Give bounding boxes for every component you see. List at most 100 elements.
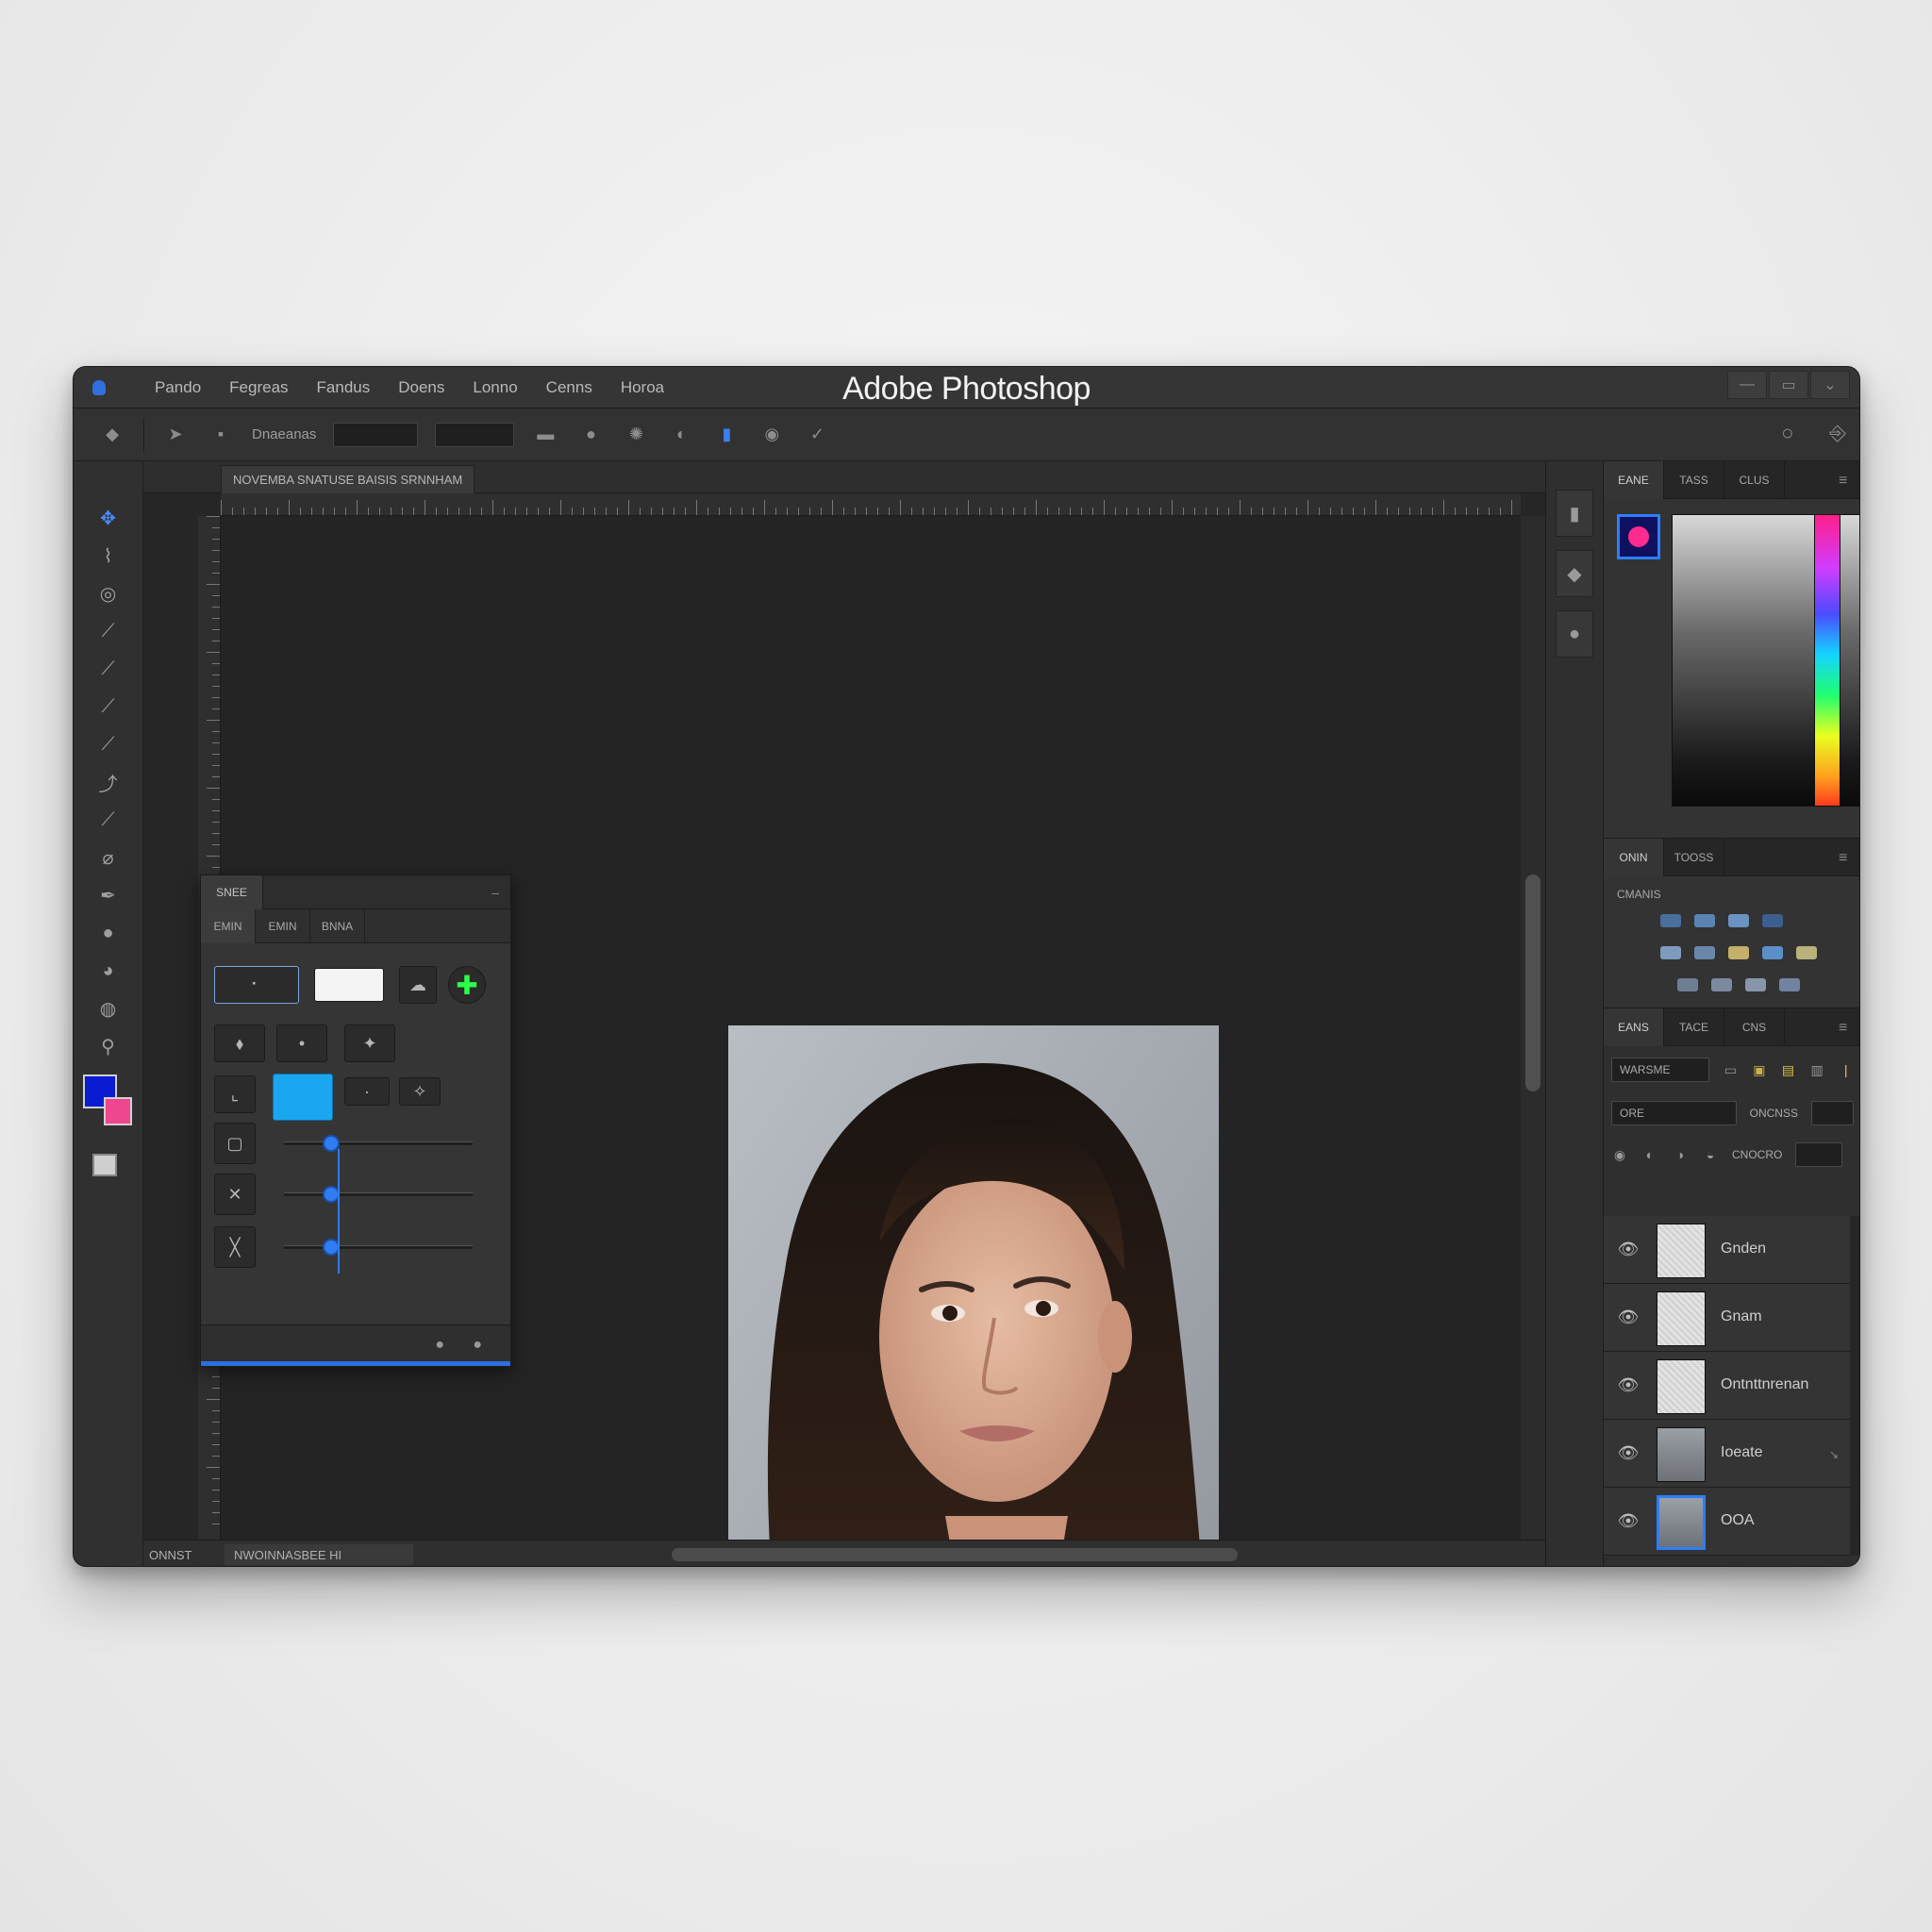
transform-icon[interactable]: ✕ xyxy=(214,1174,256,1215)
history-brush-tool-icon[interactable]: ⟋ xyxy=(88,801,129,839)
brush-option-icon[interactable]: ⬧ xyxy=(214,1024,265,1062)
hand-tool-icon[interactable]: ◍ xyxy=(88,990,129,1027)
lock-transparent-icon[interactable]: ◉ xyxy=(1611,1147,1628,1162)
filter-toggle-icon[interactable]: | xyxy=(1838,1062,1854,1077)
background-color-swatch[interactable] xyxy=(104,1097,132,1125)
color-tab-2[interactable]: TASS xyxy=(1664,461,1724,499)
selection-preview-button[interactable]: ⠂ xyxy=(214,966,299,1004)
fill-field[interactable] xyxy=(1795,1142,1843,1167)
properties-tab-3[interactable]: BNNA xyxy=(310,909,365,943)
layer-name[interactable]: OOA xyxy=(1721,1512,1755,1529)
swatch[interactable] xyxy=(1660,946,1681,959)
menu-item-3[interactable]: Fandus xyxy=(317,378,371,397)
move-icon[interactable]: ◆ xyxy=(98,421,126,449)
slider-1[interactable] xyxy=(284,1135,473,1152)
brush-icon[interactable]: ▬ xyxy=(531,421,559,449)
move-tool-icon[interactable]: ✥ xyxy=(88,499,129,537)
swatches-menu-icon[interactable]: ≡ xyxy=(1839,850,1854,867)
blend-mode-select[interactable]: ORE xyxy=(1611,1101,1737,1125)
layers-menu-icon[interactable]: ≡ xyxy=(1839,1020,1854,1037)
layers-tab-3[interactable]: CNS xyxy=(1724,1008,1785,1046)
swatch[interactable] xyxy=(1660,914,1681,927)
share-icon[interactable]: ⎆ xyxy=(1829,421,1846,445)
close-button[interactable]: ⌄ xyxy=(1810,371,1850,399)
layer-name[interactable]: Ontnttnrenan xyxy=(1721,1376,1808,1393)
quick-mask-icon[interactable] xyxy=(92,1154,117,1176)
quick-select-tool-icon[interactable]: ◎ xyxy=(88,575,129,612)
styles-icon[interactable]: ● xyxy=(1556,610,1593,658)
layer-row[interactable]: 👁 Ioeate ↘ xyxy=(1604,1420,1859,1488)
layers-scrollbar[interactable] xyxy=(1850,1216,1859,1556)
trash-icon[interactable]: ● xyxy=(435,1337,444,1354)
lock-pixels-icon[interactable]: ◐ xyxy=(1641,1147,1658,1162)
dodge-tool-icon[interactable]: ● xyxy=(88,914,129,952)
swatch[interactable] xyxy=(1728,946,1749,959)
blue-fill-button[interactable] xyxy=(273,1074,333,1121)
swatch[interactable] xyxy=(1762,914,1783,927)
lock-all-icon[interactable]: ◒ xyxy=(1702,1147,1719,1162)
bookmark-icon[interactable]: ▮ xyxy=(712,421,741,449)
close-shape-icon[interactable]: ╳ xyxy=(214,1226,256,1268)
layer-name[interactable]: Ioeate xyxy=(1721,1444,1762,1461)
color-tab[interactable]: EANE xyxy=(1604,461,1664,499)
slider-2[interactable] xyxy=(284,1186,473,1203)
sparkle-option-icon[interactable]: ✦ xyxy=(344,1024,395,1062)
maximize-button[interactable]: ▭ xyxy=(1769,371,1808,399)
menu-item-6[interactable]: Cenns xyxy=(546,378,592,397)
pencil-tool-icon[interactable]: ⟋ xyxy=(88,725,129,763)
duplicate-icon[interactable]: ● xyxy=(473,1337,482,1354)
layer-row[interactable]: 👁 Gnam xyxy=(1604,1284,1859,1352)
menu-item-7[interactable]: Horoa xyxy=(621,378,664,397)
filter-adjust-icon[interactable]: ▣ xyxy=(1752,1062,1768,1077)
eye-icon[interactable]: 👁 xyxy=(1617,1510,1640,1531)
check-icon[interactable]: ✓ xyxy=(803,421,831,449)
collapse-icon[interactable]: – xyxy=(491,885,499,900)
properties-tab-2[interactable]: EMIN xyxy=(256,909,310,943)
opacity-field[interactable] xyxy=(1810,1101,1854,1125)
swatch[interactable] xyxy=(1728,914,1749,927)
menu-item-1[interactable]: Pando xyxy=(155,378,201,397)
blur-tool-icon[interactable]: ◕ xyxy=(88,952,129,990)
frame-icon[interactable]: ▢ xyxy=(214,1123,256,1164)
swatches-tab[interactable]: ONIN xyxy=(1604,839,1664,876)
eye-icon[interactable]: 👁 xyxy=(1617,1307,1640,1327)
history-icon[interactable]: ▮ xyxy=(1556,490,1593,537)
color-chip[interactable] xyxy=(1617,514,1660,559)
layer-filter-field[interactable]: WARSME xyxy=(1611,1058,1710,1082)
minimize-button[interactable]: — xyxy=(1727,371,1767,399)
swatch[interactable] xyxy=(1694,946,1715,959)
clone-tool-icon[interactable]: ⤴ xyxy=(88,763,129,801)
document-tab[interactable]: NOVEMBA SNATUSE BAISIS SRNNHAM xyxy=(221,465,475,493)
swatch[interactable] xyxy=(1779,978,1800,991)
lasso-tool-icon[interactable]: ⌇ xyxy=(88,537,129,575)
zoom-tool-icon[interactable]: ⚲ xyxy=(88,1027,129,1065)
layer-row[interactable]: 👁 OOA xyxy=(1604,1488,1859,1556)
portrait-photo[interactable] xyxy=(728,1025,1219,1567)
star-option-icon[interactable]: ✧ xyxy=(399,1077,441,1106)
properties-tab-1[interactable]: EMIN xyxy=(201,909,256,943)
filter-type-icon[interactable]: ▤ xyxy=(1780,1062,1796,1077)
eye-icon[interactable]: 👁 xyxy=(1617,1239,1640,1259)
menu-item-4[interactable]: Doens xyxy=(398,378,444,397)
filter-shape-icon[interactable]: ▥ xyxy=(1809,1062,1825,1077)
layer-name[interactable]: Gnden xyxy=(1721,1241,1766,1257)
options-field-1[interactable] xyxy=(333,422,419,447)
corner-option-icon[interactable]: ⌞ xyxy=(214,1075,256,1113)
swatch[interactable] xyxy=(1762,946,1783,959)
color-tab-3[interactable]: CLUS xyxy=(1724,461,1785,499)
swatches-tab-2[interactable]: TOOSS xyxy=(1664,839,1724,876)
eyedropper-tool-icon[interactable]: ⟋ xyxy=(88,650,129,688)
filter-pixel-icon[interactable]: ▭ xyxy=(1723,1062,1739,1077)
layer-row[interactable]: 👁 Ontnttnrenan xyxy=(1604,1352,1859,1420)
swatch[interactable] xyxy=(1694,914,1715,927)
horizontal-scroll-thumb[interactable] xyxy=(672,1548,1238,1561)
gear-icon[interactable]: ✺ xyxy=(622,421,650,449)
lock-icon[interactable]: ▪ xyxy=(207,421,235,449)
swatch[interactable] xyxy=(1711,978,1732,991)
brush-presets-icon[interactable]: ◆ xyxy=(1556,550,1593,597)
properties-title[interactable]: SNEE xyxy=(201,875,263,909)
menu-item-5[interactable]: Lonno xyxy=(473,378,517,397)
vertical-scrollbar[interactable] xyxy=(1521,516,1545,1540)
brush-tool-icon[interactable]: ⟋ xyxy=(88,688,129,725)
swatch[interactable] xyxy=(1745,978,1766,991)
